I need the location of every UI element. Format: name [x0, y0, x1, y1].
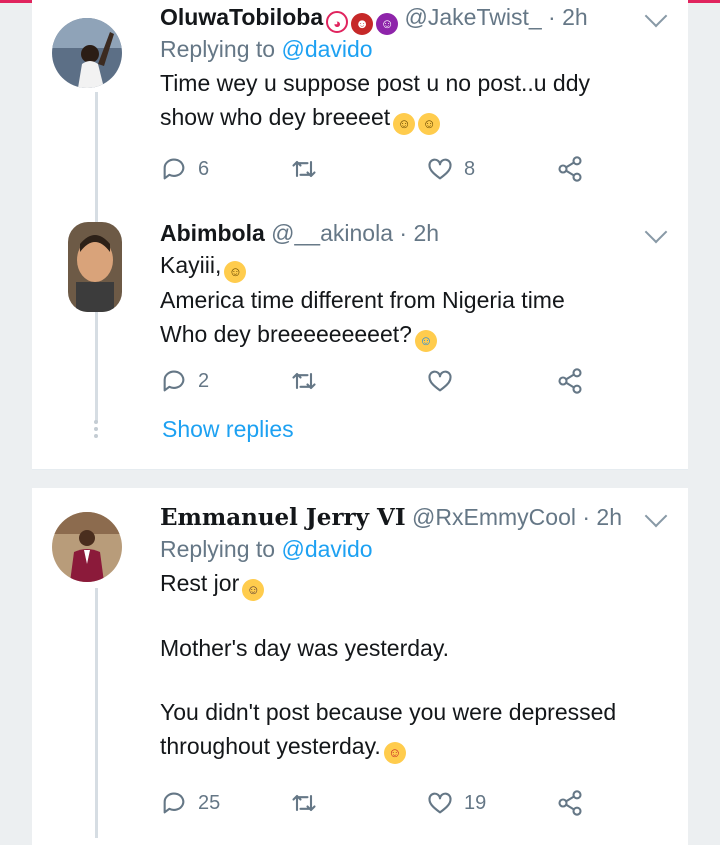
conversation-thread-2: Emmanuel Jerry VI @RxEmmyCool · 2h Reply… [32, 488, 688, 845]
avatar[interactable] [52, 512, 122, 582]
like-count: 19 [464, 791, 487, 814]
reply-count: 25 [198, 791, 221, 814]
reply-count: 6 [198, 157, 210, 180]
share-icon [558, 368, 582, 394]
reply-button[interactable]: 6 [160, 152, 209, 186]
tweet-actions: 2 [160, 364, 620, 398]
retweet-icon [292, 372, 316, 390]
retweet-icon [292, 160, 316, 178]
like-icon [428, 370, 452, 392]
joy-emoji-icon: ☺ [414, 330, 437, 352]
thread-more-dots [94, 420, 99, 441]
mention-link[interactable]: @davido [281, 536, 372, 562]
retweet-button[interactable] [290, 786, 328, 820]
like-button[interactable]: 8 [426, 152, 475, 186]
tweet-actions: 6 8 [160, 152, 620, 186]
mention-link[interactable]: @davido [281, 36, 372, 62]
kissing-emoji-icon: ☺ [383, 742, 406, 764]
avatar[interactable] [52, 18, 122, 88]
reply-icon [163, 792, 185, 814]
user-handle[interactable]: @RxEmmyCool [412, 504, 576, 530]
retweet-button[interactable] [290, 364, 328, 398]
share-button[interactable] [556, 152, 584, 186]
user-handle[interactable]: @__akinola [271, 220, 393, 246]
like-icon [428, 158, 452, 180]
display-name[interactable]: Emmanuel Jerry VI [160, 504, 406, 531]
timestamp: · 2h [582, 504, 622, 530]
reply-icon [163, 158, 185, 180]
clown-face-icon: ◕ [326, 11, 349, 33]
tweet-actions: 25 19 [160, 786, 620, 820]
smiling-imp-icon: ☺ [376, 13, 399, 35]
reply-icon [163, 370, 185, 392]
display-name[interactable]: OluwaTobiloba [160, 4, 323, 30]
share-icon [558, 156, 582, 182]
reply-button[interactable]: 2 [160, 364, 209, 398]
timestamp: · 2h [399, 220, 440, 246]
display-name[interactable]: Abimbola [160, 220, 265, 246]
conversation-thread-1: OluwaTobiloba ◕ ☻ ☺ @JakeTwist_ · 2h Replyi… [32, 0, 688, 470]
share-button[interactable] [556, 364, 584, 398]
thread-connector [95, 588, 98, 838]
like-button[interactable] [426, 364, 464, 398]
rofl-emoji-icon: ☺ [393, 113, 416, 135]
show-replies-link[interactable]: Show replies [162, 416, 294, 443]
retweet-icon [292, 794, 316, 812]
tweet-text: Rest jor ☺ Mother's day was yesterday. Yo… [160, 566, 668, 764]
tweet-text: Time wey u suppose post u no post..u ddy… [160, 66, 668, 135]
avatar[interactable] [68, 222, 122, 312]
share-icon [558, 790, 582, 816]
like-button[interactable]: 19 [426, 786, 486, 820]
share-button[interactable] [556, 786, 584, 820]
rofl-emoji-icon: ☺ [224, 261, 247, 283]
like-icon [428, 792, 452, 814]
replying-to: Replying to @davido [160, 536, 373, 562]
retweet-button[interactable] [290, 152, 328, 186]
tweet-text: Kayiii, ☺ America time different from Nig… [160, 248, 668, 352]
like-count: 8 [464, 157, 476, 180]
reply-button[interactable]: 25 [160, 786, 220, 820]
user-handle[interactable]: @JakeTwist_ [405, 4, 542, 30]
rofl-emoji-icon: ☺ [418, 113, 441, 135]
replying-to: Replying to @davido [160, 36, 373, 62]
eye-roll-emoji-icon: ☺ [242, 579, 265, 601]
reply-count: 2 [198, 369, 210, 392]
timestamp: · 2h [548, 4, 588, 30]
divider [32, 469, 688, 470]
